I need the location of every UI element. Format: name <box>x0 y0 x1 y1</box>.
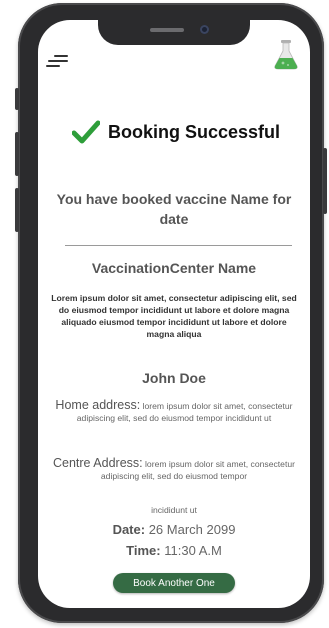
front-camera <box>200 25 209 34</box>
notch <box>98 20 250 45</box>
date-label: Date: <box>112 522 146 537</box>
date-value: 26 March 2099 <box>148 522 236 537</box>
book-another-button[interactable]: Book Another One <box>113 573 235 593</box>
time-value: 11:30 A.M <box>164 543 222 558</box>
check-icon <box>72 120 100 144</box>
volume-down-button <box>15 188 19 232</box>
hamburger-menu-icon[interactable] <box>46 53 70 69</box>
center-name: VaccinationCenter Name <box>91 260 257 276</box>
centre-address: Centre Address: lorem ipsum dolor sit am… <box>48 457 300 482</box>
speaker-grille <box>150 28 184 32</box>
home-address: Home address: lorem ipsum dolor sit amet… <box>48 399 300 424</box>
patient-name: John Doe <box>142 370 206 386</box>
home-address-label: Home address: <box>55 398 141 412</box>
time-label: Time: <box>126 543 161 558</box>
center-description: Lorem ipsum dolor sit amet, consectetur … <box>51 293 297 339</box>
success-banner: Booking Successful <box>72 118 302 146</box>
divider <box>65 245 292 246</box>
volume-up-button <box>15 132 19 176</box>
centre-address-tail: incididunt ut <box>151 505 197 515</box>
flask-icon <box>274 40 298 70</box>
mute-switch <box>15 88 19 110</box>
centre-address-label: Centre Address: <box>52 456 143 470</box>
appointment-time: Time: 11:30 A.M <box>48 543 300 558</box>
booking-message: You have booked vaccine Name for date <box>56 191 292 227</box>
success-title: Booking Successful <box>108 121 281 142</box>
phone-screen: Booking Successful You have booked vacci… <box>38 20 310 608</box>
appointment-date: Date: 26 March 2099 <box>48 522 300 537</box>
power-button <box>323 148 327 214</box>
